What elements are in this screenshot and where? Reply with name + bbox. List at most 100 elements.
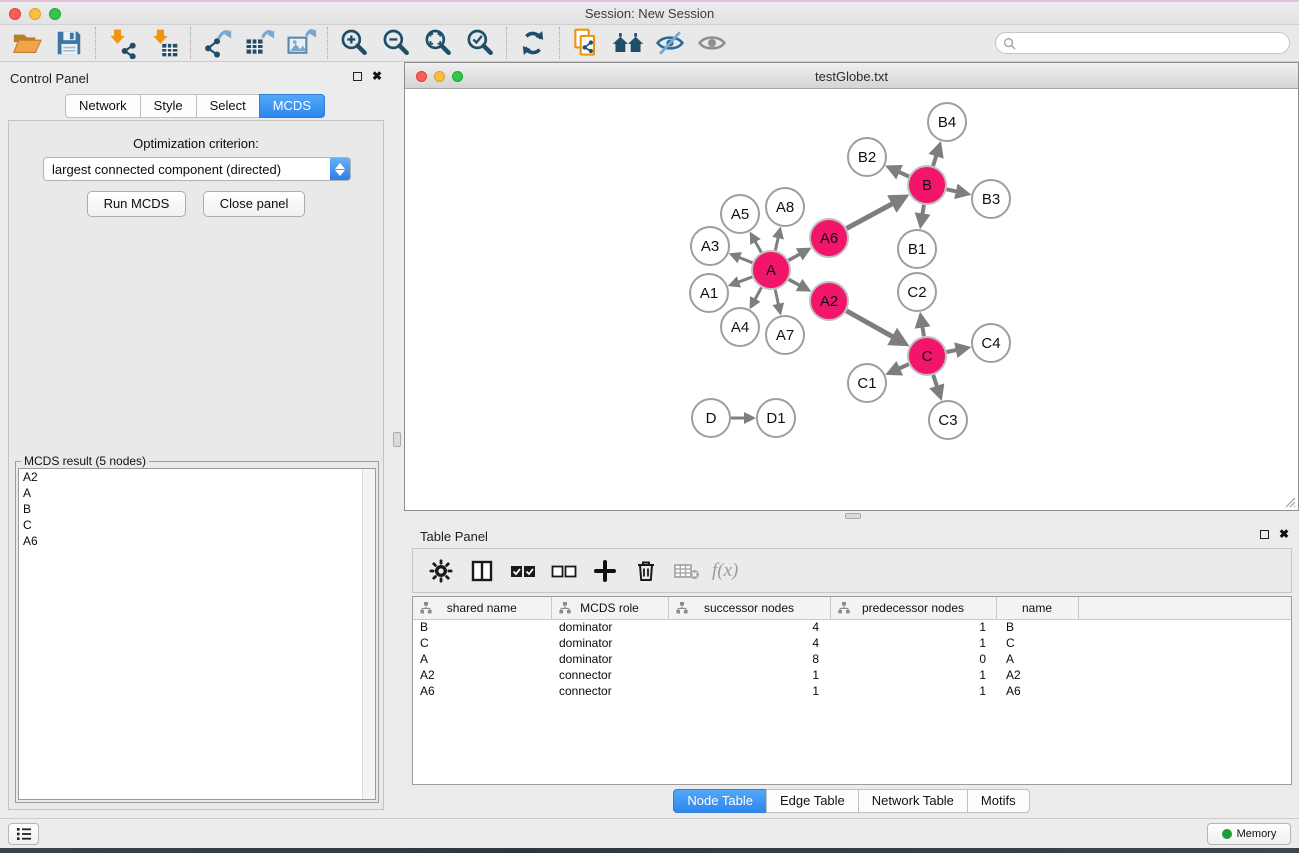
open-file-icon[interactable]: [6, 26, 48, 60]
hide-selected-icon[interactable]: [649, 26, 691, 60]
control-panel: Control Panel ✖ NetworkStyleSelectMCDS O…: [0, 62, 390, 818]
graph-edge-A-A5[interactable]: [755, 241, 761, 253]
float-panel-icon[interactable]: [353, 72, 362, 81]
network-from-selection-icon[interactable]: [565, 26, 607, 60]
import-table-icon[interactable]: [143, 26, 185, 60]
table-options-gear-icon[interactable]: [425, 555, 457, 587]
column-header-successor-nodes[interactable]: successor nodes: [668, 597, 830, 619]
graph-edge-C-C3[interactable]: [933, 375, 937, 387]
graph-edge-A-A6[interactable]: [789, 254, 801, 261]
deselect-all-icon[interactable]: [548, 555, 580, 587]
tab-mcds[interactable]: MCDS: [259, 94, 325, 118]
graph-edge-A-A1[interactable]: [738, 277, 752, 282]
graph-edge-A-A7[interactable]: [775, 290, 778, 305]
resize-grip-icon[interactable]: [1282, 494, 1296, 508]
memory-button[interactable]: Memory: [1207, 823, 1291, 845]
delete-columns-icon[interactable]: [630, 555, 662, 587]
float-panel-icon[interactable]: [1260, 530, 1269, 539]
table-panel-tabs: Node TableEdge TableNetwork TableMotifs: [673, 789, 1029, 813]
graph-node-label: B1: [908, 241, 926, 258]
tab-network[interactable]: Network: [65, 94, 141, 118]
table-panel: Table Panel ✖: [404, 520, 1299, 818]
table-header-row: shared nameMCDS rolesuccessor nodesprede…: [413, 597, 1291, 619]
graph-edge-A6-B[interactable]: [847, 203, 894, 228]
result-item[interactable]: A: [19, 485, 375, 501]
function-builder-icon[interactable]: f(x): [712, 555, 738, 587]
graph-edge-C-C4[interactable]: [947, 350, 958, 352]
vertical-split-divider[interactable]: [390, 62, 404, 818]
column-header-predecessor-nodes[interactable]: predecessor nodes: [830, 597, 996, 619]
divider-grip[interactable]: [393, 432, 401, 447]
graph-edge-B-B4[interactable]: [933, 155, 937, 166]
refresh-icon[interactable]: [512, 26, 554, 60]
save-session-icon[interactable]: [48, 26, 90, 60]
search-field[interactable]: [995, 32, 1290, 54]
delete-table-icon[interactable]: [671, 555, 703, 587]
graph-edge-A-A4[interactable]: [755, 288, 762, 300]
result-scrollbar[interactable]: [362, 469, 375, 799]
graph-edge-A-A3[interactable]: [739, 257, 753, 262]
horizontal-split-divider[interactable]: [404, 511, 1299, 520]
tab-edge-table[interactable]: Edge Table: [766, 789, 859, 813]
graph-edge-A-A2[interactable]: [789, 279, 801, 285]
tab-network-table[interactable]: Network Table: [858, 789, 968, 813]
home-layout-icon[interactable]: [607, 26, 649, 60]
zoom-fit-icon[interactable]: [417, 26, 459, 60]
graph-edge-C-C2[interactable]: [922, 326, 924, 336]
select-all-icon[interactable]: [507, 555, 539, 587]
tab-select[interactable]: Select: [196, 94, 260, 118]
network-canvas[interactable]: B4B2BB3A8A5A6B1A3AA1C2A2A4A7C4CC1C3DD1: [405, 89, 1298, 510]
table-row[interactable]: A6connector11A6: [413, 683, 1291, 699]
table-row[interactable]: Cdominator41C: [413, 635, 1291, 651]
column-header-name[interactable]: name: [996, 597, 1078, 619]
mcds-tab-content: Optimization criterion: largest connecte…: [8, 120, 384, 810]
result-item[interactable]: A2: [19, 469, 375, 485]
graph-node-label: C1: [857, 375, 876, 392]
result-item[interactable]: A6: [19, 533, 375, 549]
graph-edge-A-A8[interactable]: [775, 237, 778, 250]
table-panel-title: Table Panel: [420, 529, 488, 544]
table-row[interactable]: Bdominator41B: [413, 619, 1291, 635]
divider-grip[interactable]: [845, 513, 861, 519]
graph-node-label: A8: [776, 199, 794, 216]
close-panel-button[interactable]: Close panel: [203, 191, 306, 217]
export-image-icon[interactable]: [280, 26, 322, 60]
table-row[interactable]: A2connector11A2: [413, 667, 1291, 683]
graph-edge-A2-C[interactable]: [846, 311, 893, 338]
tab-motifs[interactable]: Motifs: [967, 789, 1030, 813]
result-item[interactable]: C: [19, 517, 375, 533]
network-view-window: testGlobe.txt B4B2BB3A8A5A6B1A3AA1C2A2A4…: [404, 62, 1299, 511]
search-input[interactable]: [1020, 36, 1289, 50]
zoom-out-icon[interactable]: [375, 26, 417, 60]
export-network-icon[interactable]: [196, 26, 238, 60]
import-network-icon[interactable]: [101, 26, 143, 60]
show-all-icon[interactable]: [691, 26, 733, 60]
graph-edge-B-B1[interactable]: [922, 205, 924, 215]
export-table-icon[interactable]: [238, 26, 280, 60]
graph-node-label: C2: [907, 284, 926, 301]
column-header-shared-name[interactable]: shared name: [413, 597, 551, 619]
graph-edge-C-C1[interactable]: [898, 364, 908, 369]
close-panel-icon[interactable]: ✖: [372, 71, 382, 81]
add-column-icon[interactable]: [589, 555, 621, 587]
optimization-criterion-dropdown[interactable]: largest connected component (directed): [43, 157, 351, 181]
graph-node-label: B3: [982, 191, 1000, 208]
graph-node-label: C3: [938, 412, 957, 429]
show-columns-icon[interactable]: [466, 555, 498, 587]
table-row[interactable]: Adominator80A: [413, 651, 1291, 667]
tab-style[interactable]: Style: [140, 94, 197, 118]
result-item[interactable]: B: [19, 501, 375, 517]
graph-edge-B-B2[interactable]: [898, 172, 909, 177]
run-mcds-button[interactable]: Run MCDS: [87, 191, 187, 217]
network-window-titlebar[interactable]: testGlobe.txt: [405, 63, 1298, 89]
application-window: Session: New Session: [0, 0, 1299, 853]
graph-node-label: A4: [731, 319, 749, 336]
zoom-in-icon[interactable]: [333, 26, 375, 60]
task-history-button[interactable]: [8, 823, 39, 845]
optimization-criterion-label: Optimization criterion:: [9, 136, 383, 151]
graph-edge-B-B3[interactable]: [947, 189, 958, 191]
zoom-selected-icon[interactable]: [459, 26, 501, 60]
tab-node-table[interactable]: Node Table: [673, 789, 767, 813]
column-header-MCDS-role[interactable]: MCDS role: [551, 597, 668, 619]
close-panel-icon[interactable]: ✖: [1279, 529, 1289, 539]
